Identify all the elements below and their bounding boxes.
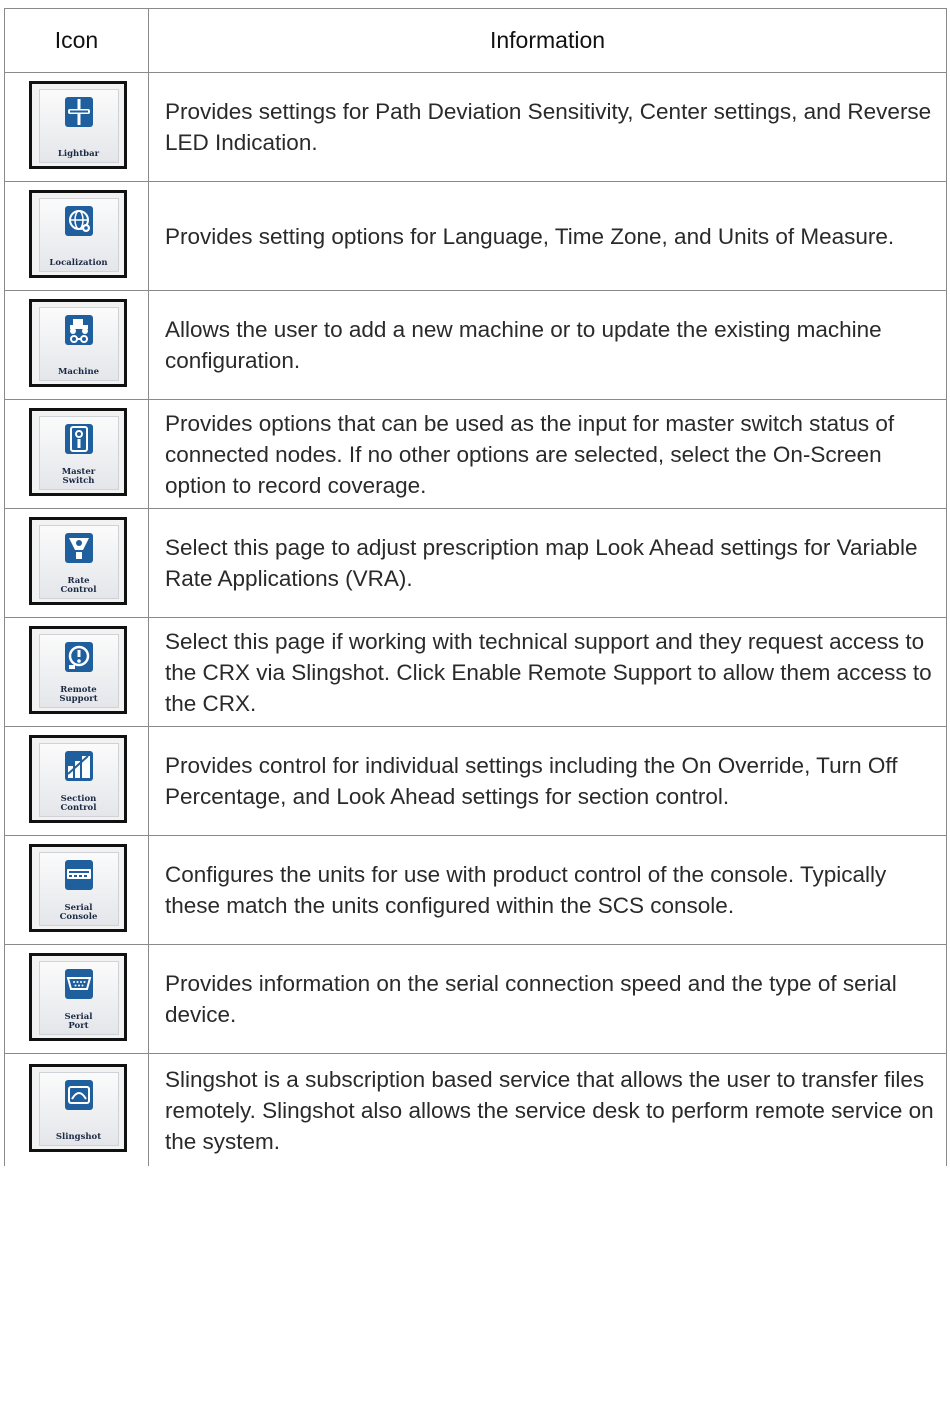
icon-cell: Lightbar	[4, 72, 149, 182]
master-switch-icon-button: Master Switch	[28, 407, 127, 496]
rate-control-icon-button: Rate Control	[28, 516, 127, 605]
localization-icon-button: Localization	[28, 189, 127, 278]
machine-icon	[64, 314, 94, 346]
table-row: Serial Port Provides information on the s…	[4, 944, 947, 1054]
serial-port-icon-button: Serial Port	[28, 952, 127, 1041]
icon-tile: Master Switch	[38, 415, 119, 490]
icon-label: Master Switch	[61, 466, 96, 486]
icon-tile: Remote Support	[38, 633, 119, 708]
icon-cell: Rate Control	[4, 508, 149, 618]
icon-label: Section Control	[60, 793, 97, 813]
serial-console-icon	[64, 859, 94, 891]
serial-port-icon	[64, 968, 94, 1000]
icon-cell: Machine	[4, 290, 149, 400]
master-switch-icon	[64, 423, 94, 455]
table-row: Remote Support Select this page if workin…	[4, 617, 947, 727]
icon-tile: Serial Console	[38, 851, 119, 926]
icon-information-table: Icon Information Lightbar Provides settin…	[4, 8, 947, 1166]
icon-tile: Rate Control	[38, 524, 119, 599]
information-text: Provides control for individual settings…	[148, 726, 947, 836]
icon-cell: Master Switch	[4, 399, 149, 509]
information-text: Configures the units for use with produc…	[148, 835, 947, 945]
information-text: Select this page if working with technic…	[148, 617, 947, 727]
information-text: Provides options that can be used as the…	[148, 399, 947, 509]
icon-label: Lightbar	[57, 148, 100, 159]
icon-label: Machine	[57, 366, 100, 377]
information-text: Slingshot is a subscription based servic…	[148, 1053, 947, 1166]
table-row: Master Switch Provides options that can b…	[4, 399, 947, 509]
table-row: Machine Allows the user to add a new mach…	[4, 290, 947, 400]
information-text: Provides settings for Path Deviation Sen…	[148, 72, 947, 182]
table-row: Lightbar Provides settings for Path Devia…	[4, 72, 947, 182]
icon-label: Rate Control	[60, 575, 97, 595]
icon-column-header: Icon	[4, 8, 149, 73]
icon-tile: Localization	[38, 197, 119, 272]
icon-cell: Section Control	[4, 726, 149, 836]
table-row: Slingshot Slingshot is a subscription bas…	[4, 1053, 947, 1166]
localization-icon	[64, 205, 94, 237]
remote-support-icon-button: Remote Support	[28, 625, 127, 714]
rate-control-icon	[64, 532, 94, 564]
icon-cell: Remote Support	[4, 617, 149, 727]
icon-label: Serial Port	[64, 1011, 93, 1031]
table-row: Localization Provides setting options for…	[4, 181, 947, 291]
icon-tile: Serial Port	[38, 960, 119, 1035]
icon-cell: Serial Port	[4, 944, 149, 1054]
slingshot-icon-button: Slingshot	[28, 1063, 127, 1152]
information-text: Select this page to adjust prescription …	[148, 508, 947, 618]
lightbar-icon	[64, 96, 94, 128]
remote-support-icon	[64, 641, 94, 673]
table-row: Section Control Provides control for indi…	[4, 726, 947, 836]
icon-label: Slingshot	[55, 1131, 102, 1142]
icon-cell: Slingshot	[4, 1053, 149, 1166]
section-control-icon-button: Section Control	[28, 734, 127, 823]
icon-cell: Serial Console	[4, 835, 149, 945]
table-header-row: Icon Information	[4, 8, 947, 73]
table-row: Rate Control Select this page to adjust p…	[4, 508, 947, 618]
slingshot-icon	[64, 1079, 94, 1111]
icon-tile: Lightbar	[38, 88, 119, 163]
serial-console-icon-button: Serial Console	[28, 843, 127, 932]
information-text: Allows the user to add a new machine or …	[148, 290, 947, 400]
lightbar-icon-button: Lightbar	[28, 80, 127, 169]
icon-label: Remote Support	[59, 684, 98, 704]
information-text: Provides information on the serial conne…	[148, 944, 947, 1054]
icon-tile: Machine	[38, 306, 119, 381]
icon-label: Localization	[49, 257, 108, 268]
table-row: Serial Console Configures the units for u…	[4, 835, 947, 945]
icon-tile: Slingshot	[38, 1071, 119, 1146]
section-control-icon	[64, 750, 94, 782]
information-text: Provides setting options for Language, T…	[148, 181, 947, 291]
icon-label: Serial Console	[59, 902, 98, 922]
icon-cell: Localization	[4, 181, 149, 291]
information-column-header: Information	[148, 8, 947, 73]
icon-tile: Section Control	[38, 742, 119, 817]
machine-icon-button: Machine	[28, 298, 127, 387]
